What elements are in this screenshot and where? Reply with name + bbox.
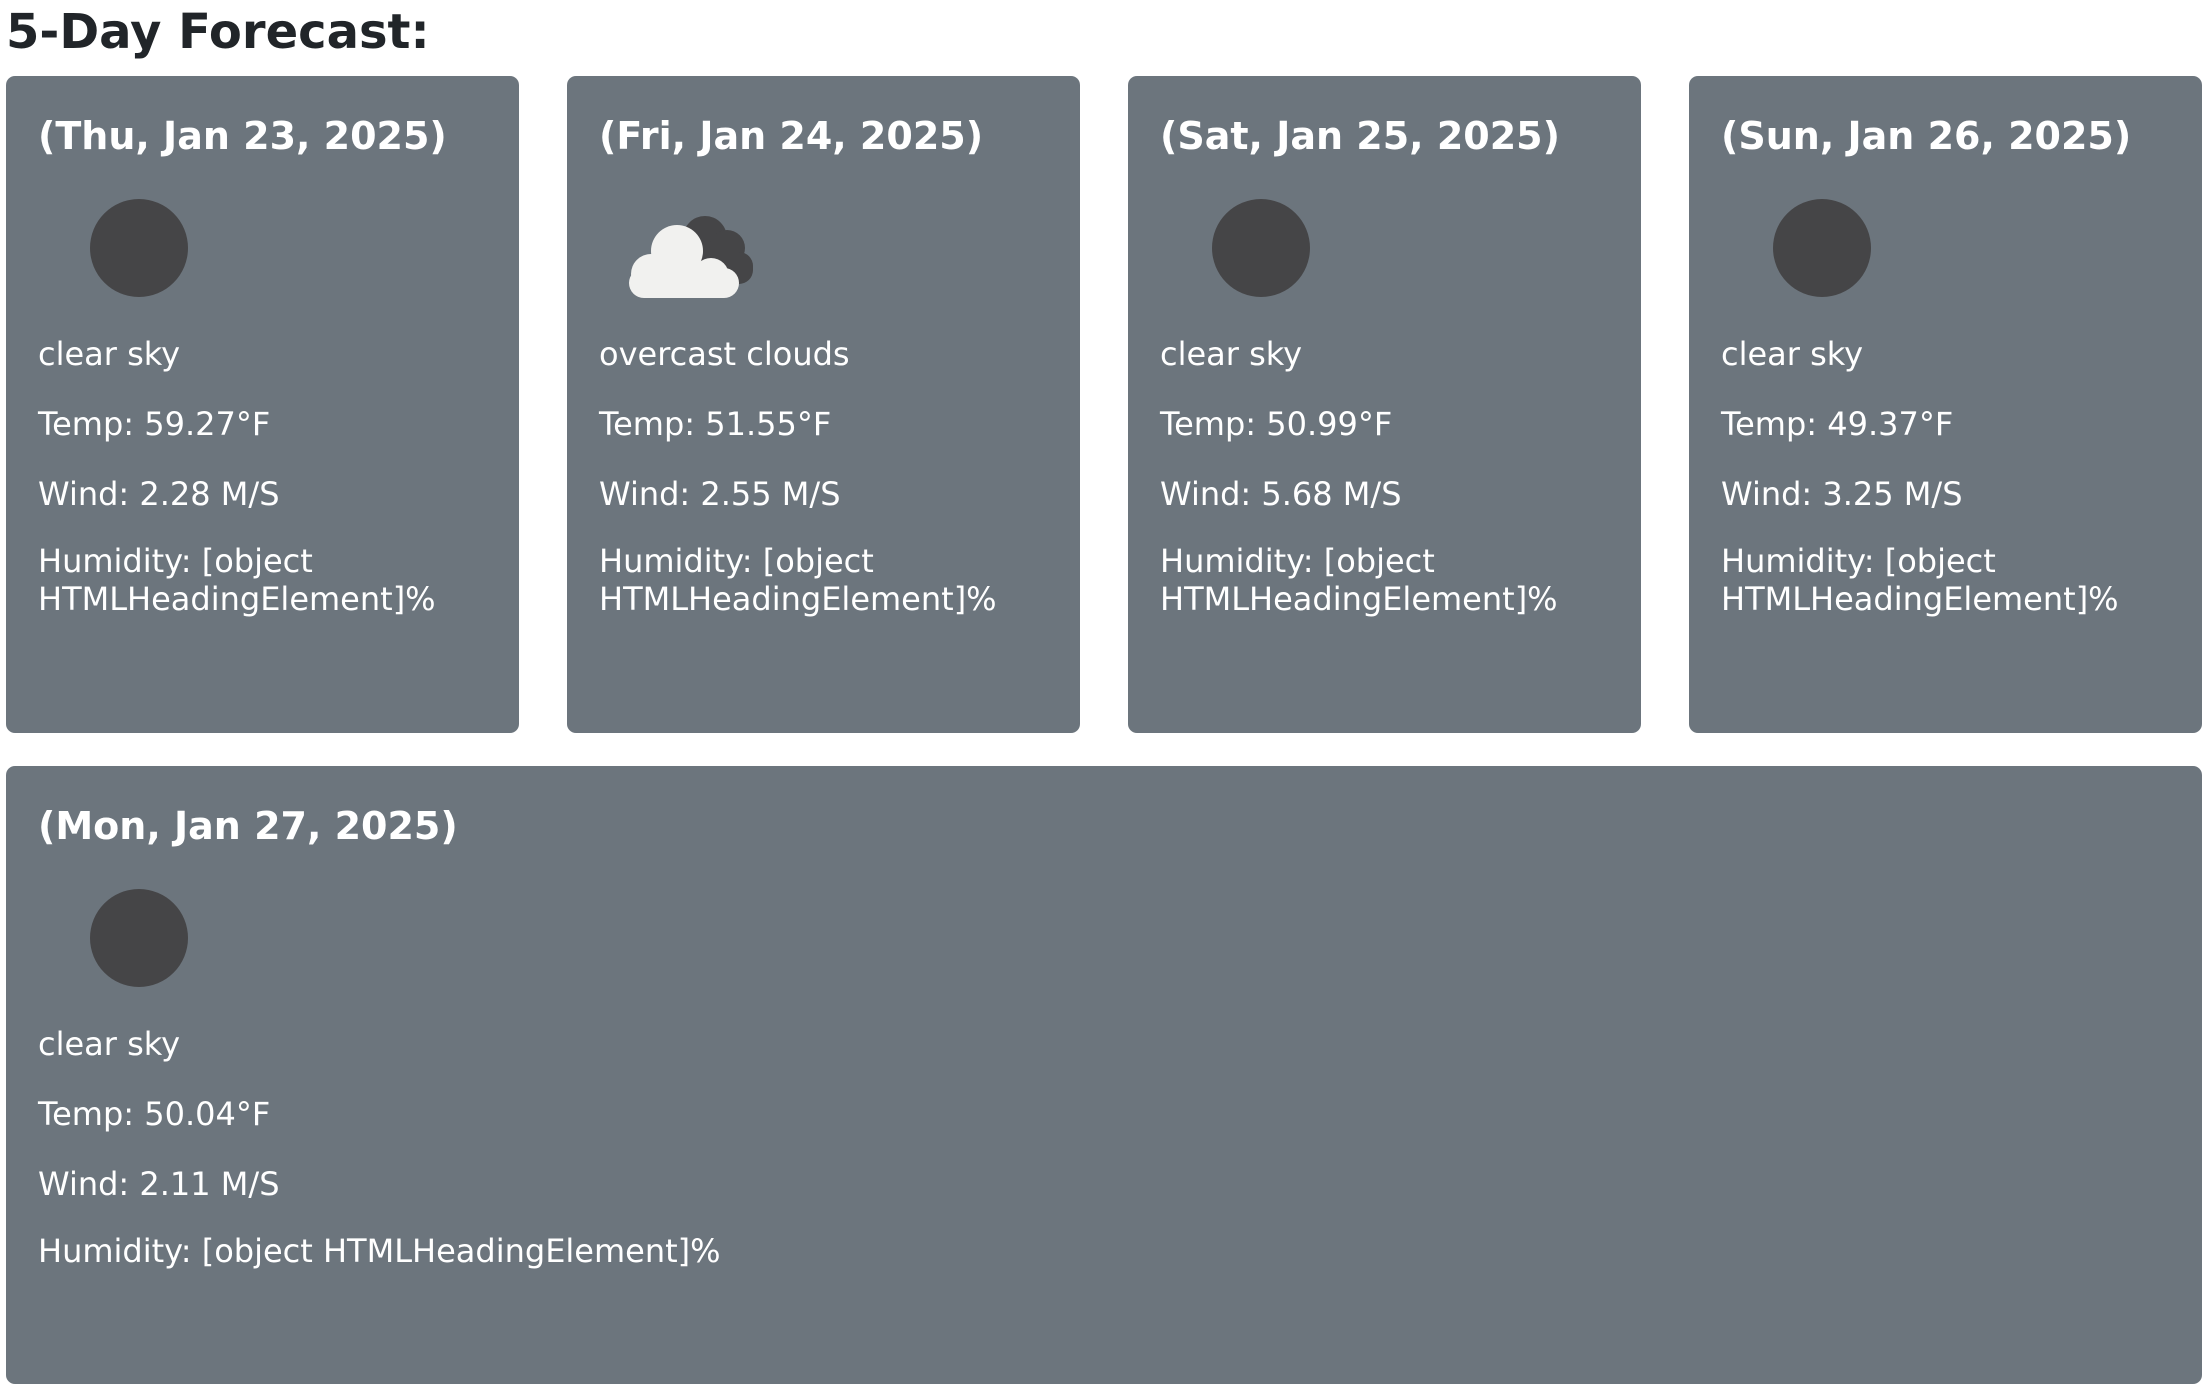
weather-icon-container: [38, 178, 198, 318]
forecast-date: (Sun, Jan 26, 2025): [1721, 114, 2132, 158]
weather-icon-container: [38, 868, 198, 1008]
weather-description: clear sky: [1721, 335, 1864, 373]
page-title: 5-Day Forecast:: [6, 4, 430, 60]
humidity: Humidity: [object HTMLHeadingElement]%: [1721, 542, 2119, 618]
weather-description: clear sky: [38, 335, 181, 373]
weather-description: clear sky: [1160, 335, 1303, 373]
humidity: Humidity: [object HTMLHeadingElement]%: [1160, 542, 1558, 618]
weather-description: clear sky: [38, 1025, 181, 1063]
weather-icon-container: [1721, 178, 1881, 318]
temperature: Temp: 49.37°F: [1721, 405, 1954, 443]
forecast-date: (Sat, Jan 25, 2025): [1160, 114, 1560, 158]
weather-icon-container: [599, 178, 759, 318]
forecast-date: (Thu, Jan 23, 2025): [38, 114, 447, 158]
wind: Wind: 2.28 M/S: [38, 475, 280, 513]
temperature: Temp: 50.04°F: [38, 1095, 271, 1133]
forecast-card-sun: (Sun, Jan 26, 2025) clear sky Temp: 49.3…: [1689, 76, 2202, 733]
forecast-date: (Mon, Jan 27, 2025): [38, 804, 458, 848]
forecast-card-fri: (Fri, Jan 24, 2025) overcast clouds Temp…: [567, 76, 1080, 733]
weather-description: overcast clouds: [599, 335, 850, 373]
humidity: Humidity: [object HTMLHeadingElement]%: [38, 542, 436, 618]
forecast-date: (Fri, Jan 24, 2025): [599, 114, 984, 158]
clear-sky-icon: [1212, 199, 1310, 297]
wind: Wind: 2.55 M/S: [599, 475, 841, 513]
forecast-card-mon: (Mon, Jan 27, 2025) clear sky Temp: 50.0…: [6, 766, 2202, 1384]
temperature: Temp: 50.99°F: [1160, 405, 1393, 443]
clear-sky-icon: [90, 889, 188, 987]
humidity: Humidity: [object HTMLHeadingElement]%: [38, 1232, 721, 1270]
wind: Wind: 5.68 M/S: [1160, 475, 1402, 513]
clear-sky-icon: [1773, 199, 1871, 297]
wind: Wind: 3.25 M/S: [1721, 475, 1963, 513]
weather-icon-container: [1160, 178, 1320, 318]
humidity: Humidity: [object HTMLHeadingElement]%: [599, 542, 997, 618]
temperature: Temp: 59.27°F: [38, 405, 271, 443]
forecast-card-thu: (Thu, Jan 23, 2025) clear sky Temp: 59.2…: [6, 76, 519, 733]
forecast-card-sat: (Sat, Jan 25, 2025) clear sky Temp: 50.9…: [1128, 76, 1641, 733]
temperature: Temp: 51.55°F: [599, 405, 832, 443]
wind: Wind: 2.11 M/S: [38, 1165, 280, 1203]
clear-sky-icon: [90, 199, 188, 297]
